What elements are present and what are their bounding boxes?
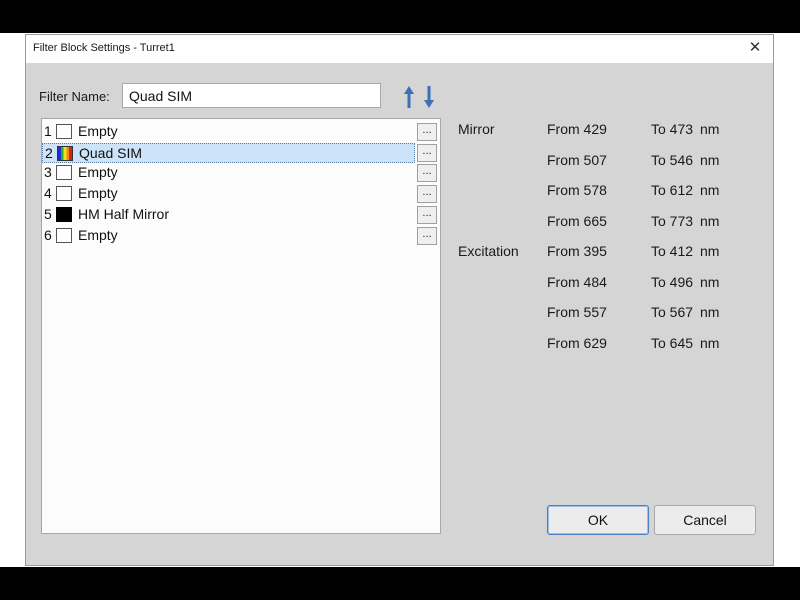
filter-row[interactable]: 1 Empty xyxy=(42,122,415,142)
filter-row[interactable]: 3 Empty xyxy=(42,163,415,183)
excitation-range-from: From 395 xyxy=(547,243,607,259)
arrow-down-icon xyxy=(424,86,434,108)
mirror-range-unit: nm xyxy=(700,152,720,168)
filter-list[interactable]: 1 Empty... 2 Quad SIM... 3 Empty... 4 Empty... 5… xyxy=(41,118,441,534)
mirror-range-from: From 429 xyxy=(547,121,607,137)
filter-color-swatch xyxy=(56,165,72,180)
filter-name-text: Empty xyxy=(78,227,118,243)
filter-block-settings-dialog: Filter Block Settings - Turret1 ✕ Filter… xyxy=(25,34,774,566)
close-icon: ✕ xyxy=(748,39,762,56)
cancel-button[interactable]: Cancel xyxy=(654,505,756,535)
letterbox-top xyxy=(0,0,800,33)
mirror-range-unit: nm xyxy=(700,213,720,229)
excitation-range-unit: nm xyxy=(700,274,720,290)
filter-name-text: Empty xyxy=(78,164,118,180)
filter-row[interactable]: 4 Empty xyxy=(42,184,415,204)
mirror-range-to: To 612 xyxy=(651,182,694,198)
mirror-range-unit: nm xyxy=(700,182,720,198)
mirror-range-from: From 578 xyxy=(547,182,607,198)
excitation-range-to: To 412 xyxy=(651,243,694,259)
mirror-range-from: From 507 xyxy=(547,152,607,168)
filter-position-number: 2 xyxy=(45,145,53,161)
filter-edit-button[interactable]: ... xyxy=(417,123,437,141)
filter-row[interactable]: 2 Quad SIM xyxy=(42,143,415,163)
filter-name-label: Filter Name: xyxy=(39,89,110,104)
filter-name-input[interactable] xyxy=(122,83,381,108)
move-down-button[interactable] xyxy=(422,85,436,109)
excitation-range-from: From 557 xyxy=(547,304,607,320)
screen: Filter Block Settings - Turret1 ✕ Filter… xyxy=(0,0,800,600)
arrow-up-icon xyxy=(404,86,414,108)
mirror-range-to: To 546 xyxy=(651,152,694,168)
excitation-range-from: From 484 xyxy=(547,274,607,290)
filter-color-swatch xyxy=(56,228,72,243)
filter-name-text: Empty xyxy=(78,185,118,201)
excitation-range-unit: nm xyxy=(700,304,720,320)
ok-button[interactable]: OK xyxy=(547,505,649,535)
excitation-range-to: To 567 xyxy=(651,304,694,320)
filter-position-number: 5 xyxy=(44,206,52,222)
filter-name-text: HM Half Mirror xyxy=(78,206,169,222)
close-button[interactable]: ✕ xyxy=(745,38,765,58)
mirror-range-to: To 773 xyxy=(651,213,694,229)
excitation-range-to: To 496 xyxy=(651,274,694,290)
filter-edit-button[interactable]: ... xyxy=(417,185,437,203)
filter-row[interactable]: 5 HM Half Mirror xyxy=(42,205,415,225)
move-up-button[interactable] xyxy=(402,85,416,109)
filter-color-swatch xyxy=(56,124,72,139)
filter-edit-button[interactable]: ... xyxy=(417,227,437,245)
dialog-title: Filter Block Settings - Turret1 xyxy=(33,42,175,54)
filter-edit-button[interactable]: ... xyxy=(417,144,437,162)
mirror-range-unit: nm xyxy=(700,121,720,137)
mirror-label: Mirror xyxy=(458,121,495,137)
filter-position-number: 1 xyxy=(44,123,52,139)
excitation-range-to: To 645 xyxy=(651,335,694,351)
excitation-range-from: From 629 xyxy=(547,335,607,351)
filter-color-swatch xyxy=(56,186,72,201)
title-bar[interactable]: Filter Block Settings - Turret1 ✕ xyxy=(26,35,773,63)
filter-position-number: 4 xyxy=(44,185,52,201)
mirror-range-from: From 665 xyxy=(547,213,607,229)
excitation-label: Excitation xyxy=(458,243,519,259)
mirror-range-to: To 473 xyxy=(651,121,694,137)
filter-name-text: Empty xyxy=(78,123,118,139)
filter-position-number: 6 xyxy=(44,227,52,243)
filter-color-swatch xyxy=(57,146,73,161)
letterbox-bottom xyxy=(0,567,800,600)
filter-name-text: Quad SIM xyxy=(79,145,143,161)
filter-edit-button[interactable]: ... xyxy=(417,206,437,224)
excitation-range-unit: nm xyxy=(700,335,720,351)
filter-edit-button[interactable]: ... xyxy=(417,164,437,182)
excitation-range-unit: nm xyxy=(700,243,720,259)
filter-position-number: 3 xyxy=(44,164,52,180)
filter-row[interactable]: 6 Empty xyxy=(42,226,415,246)
filter-color-swatch xyxy=(56,207,72,222)
